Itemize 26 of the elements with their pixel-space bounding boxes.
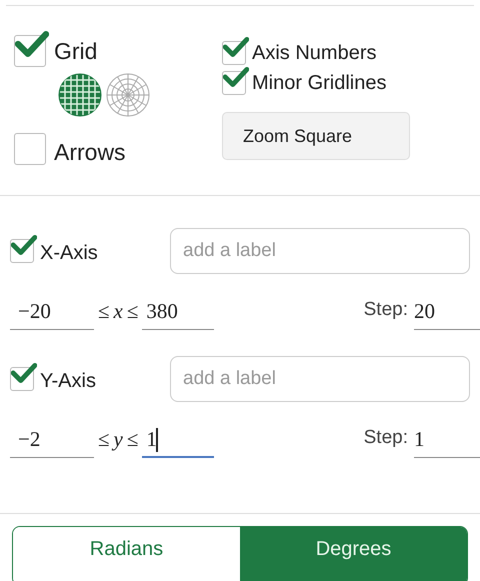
step-value-field[interactable]: 1	[414, 424, 480, 458]
axis-label-field[interactable]: add a label	[170, 228, 470, 274]
min-value-field[interactable]: −2	[10, 424, 94, 458]
less-equal-sign: ≤	[98, 426, 110, 453]
checkbox-label: X-Axis	[40, 241, 98, 266]
less-equal-sign: ≤	[98, 298, 110, 325]
min-value-field[interactable]: −20	[10, 296, 94, 330]
zoom-square-button[interactable]: Zoom Square	[222, 112, 410, 160]
step-value-field[interactable]: 20	[414, 296, 480, 330]
less-equal-sign: ≤	[126, 298, 138, 325]
checkbox-label: Axis Numbers	[252, 41, 376, 66]
axis-label-field[interactable]: add a label	[170, 356, 470, 402]
checkbox-label: Arrows	[54, 138, 126, 166]
variable-name: y	[114, 426, 123, 453]
less-equal-sign: ≤	[126, 426, 138, 453]
step-label: Step:	[364, 298, 408, 322]
step-label: Step:	[364, 426, 408, 450]
checkbox[interactable]	[14, 132, 46, 165]
variable-name: x	[114, 298, 123, 325]
checkbox-label: Y-Axis	[40, 369, 96, 394]
checkbox-label: Minor Gridlines	[252, 71, 386, 96]
checkbox-label: Grid	[54, 37, 98, 66]
text-cursor	[156, 428, 158, 452]
cartesian-grid-icon[interactable]	[58, 72, 102, 116]
max-value-field[interactable]: 380	[142, 296, 214, 330]
angle-mode-tab[interactable]: Degrees	[240, 527, 467, 581]
